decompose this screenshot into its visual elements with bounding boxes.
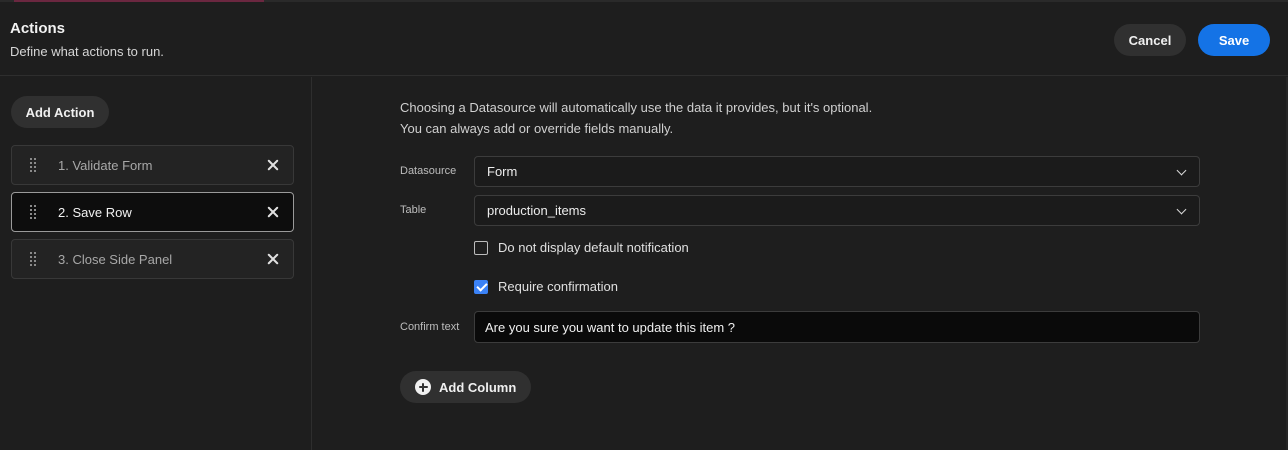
confirm-text-label: Confirm text <box>400 321 460 333</box>
info-line: You can always add or override fields ma… <box>400 121 674 136</box>
require-confirmation-label: Require confirmation <box>498 279 618 294</box>
table-label: Table <box>400 204 427 216</box>
drag-handle-icon[interactable] <box>30 252 36 266</box>
datasource-label: Datasource <box>400 165 457 177</box>
close-icon[interactable] <box>267 253 279 265</box>
panel-header: Actions Define what actions to run. Canc… <box>0 2 1288 76</box>
action-item-label: 3. Close Side Panel <box>58 251 173 267</box>
page-subtitle: Define what actions to run. <box>10 44 164 59</box>
cancel-button[interactable]: Cancel <box>1114 24 1186 56</box>
datasource-info-text: Choosing a Datasource will automatically… <box>400 97 872 139</box>
table-select[interactable]: production_items <box>474 195 1200 226</box>
chevron-down-icon <box>1176 204 1187 215</box>
no-notification-label: Do not display default notification <box>498 240 689 255</box>
action-item-validate-form[interactable]: 1. Validate Form <box>11 145 294 185</box>
no-notification-checkbox[interactable] <box>474 240 488 255</box>
save-button[interactable]: Save <box>1198 24 1270 56</box>
action-item-close-side-panel[interactable]: 3. Close Side Panel <box>11 239 294 279</box>
action-item-label: 1. Validate Form <box>58 157 153 173</box>
action-item-save-row[interactable]: 2. Save Row <box>11 192 294 232</box>
drag-handle-icon[interactable] <box>30 205 36 219</box>
datasource-select[interactable]: Form <box>474 156 1200 187</box>
page-title: Actions <box>10 20 66 37</box>
close-icon[interactable] <box>267 206 279 218</box>
close-icon[interactable] <box>267 159 279 171</box>
add-action-button[interactable]: Add Action <box>11 96 109 128</box>
require-confirmation-checkbox[interactable] <box>474 279 488 294</box>
table-value: production_items <box>487 203 586 218</box>
add-column-label: Add Column <box>439 379 517 395</box>
no-notification-row[interactable]: Do not display default notification <box>474 240 689 255</box>
action-item-label: 2. Save Row <box>58 204 132 220</box>
actions-sidebar: Add Action 1. Validate Form 2. Save Row … <box>0 77 312 450</box>
info-line: Choosing a Datasource will automatically… <box>400 100 873 115</box>
plus-circle-icon <box>415 379 431 395</box>
add-column-button[interactable]: Add Column <box>400 371 531 403</box>
datasource-value: Form <box>487 164 518 179</box>
confirm-text-input[interactable] <box>474 311 1200 343</box>
require-confirmation-row[interactable]: Require confirmation <box>474 279 618 294</box>
drag-handle-icon[interactable] <box>30 158 36 172</box>
chevron-down-icon <box>1176 165 1187 176</box>
